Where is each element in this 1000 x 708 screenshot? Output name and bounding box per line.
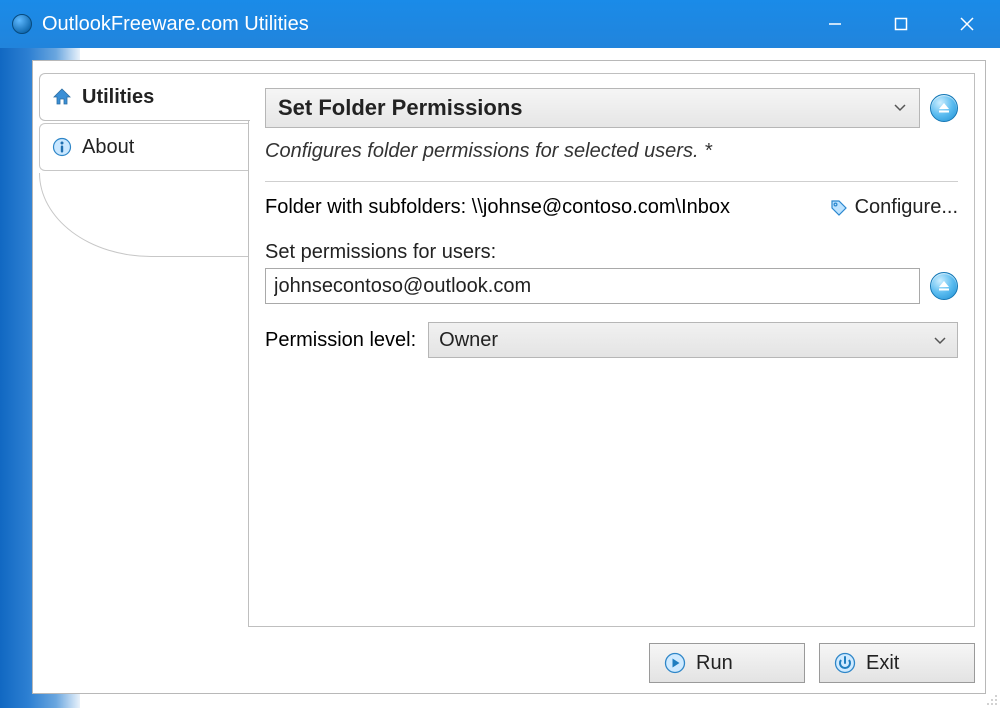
tag-icon [829, 198, 849, 218]
eject-button-users[interactable] [930, 272, 958, 300]
tab-utilities-label: Utilities [82, 86, 154, 109]
tab-about[interactable]: About [39, 123, 249, 171]
utility-select[interactable]: Set Folder Permissions [265, 88, 920, 128]
main-panel: Utilities About Set Folder Permissions [32, 60, 986, 694]
window-controls [802, 0, 1000, 48]
maximize-button[interactable] [868, 0, 934, 48]
tab-about-label: About [82, 136, 134, 159]
folder-label: Folder with subfolders: [265, 196, 466, 219]
home-icon [52, 87, 72, 107]
tab-utilities[interactable]: Utilities [39, 73, 250, 121]
titlebar: OutlookFreeware.com Utilities [0, 0, 1000, 48]
permission-level-label: Permission level: [265, 329, 416, 352]
exit-button[interactable]: Exit [819, 643, 975, 683]
tabs-column: Utilities About [39, 73, 249, 171]
folder-path: \\johnse@contoso.com\Inbox [472, 196, 730, 219]
folder-row: Folder with subfolders: \\johnse@contoso… [265, 196, 958, 219]
client-area: Outlook Freeware .com Utilities [0, 48, 1000, 708]
separator [265, 181, 958, 182]
info-icon [52, 137, 72, 157]
configure-link[interactable]: Configure... [829, 196, 958, 219]
power-icon [834, 652, 856, 674]
utility-select-label: Set Folder Permissions [278, 95, 523, 121]
utility-header-row: Set Folder Permissions [265, 88, 958, 128]
users-row [265, 268, 958, 304]
run-label: Run [696, 652, 733, 675]
resize-grip[interactable] [984, 692, 998, 706]
app-icon [12, 14, 32, 34]
play-icon [664, 652, 686, 674]
eject-button-header[interactable] [930, 94, 958, 122]
close-button[interactable] [934, 0, 1000, 48]
chevron-down-icon [933, 329, 947, 352]
tabs-curve [39, 173, 249, 257]
permission-level-select[interactable]: Owner [428, 322, 958, 358]
bottom-bar: Run Exit [649, 643, 975, 683]
configure-label: Configure... [855, 196, 958, 219]
chevron-down-icon [893, 100, 907, 116]
utility-description: Configures folder permissions for select… [265, 140, 958, 163]
users-input[interactable] [265, 268, 920, 304]
minimize-button[interactable] [802, 0, 868, 48]
run-button[interactable]: Run [649, 643, 805, 683]
permission-level-row: Permission level: Owner [265, 322, 958, 358]
permission-level-value: Owner [439, 329, 498, 352]
content-panel: Set Folder Permissions Configures folder… [248, 73, 975, 627]
users-label: Set permissions for users: [265, 241, 958, 264]
window-title: OutlookFreeware.com Utilities [42, 13, 802, 36]
exit-label: Exit [866, 652, 899, 675]
